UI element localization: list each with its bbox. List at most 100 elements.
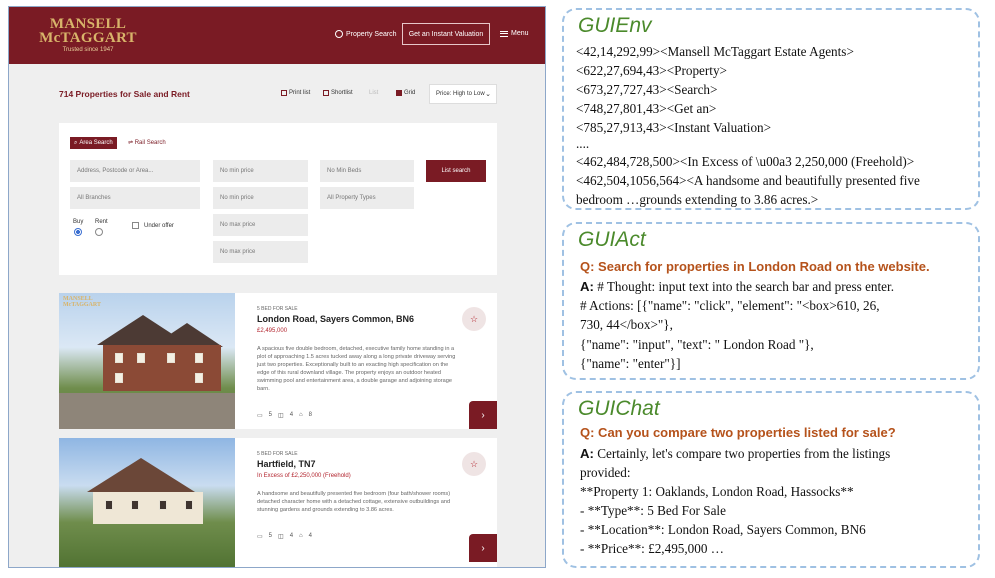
answer-label: A: — [580, 446, 594, 461]
answer-text: # Thought: input text into the search ba… — [593, 279, 894, 294]
sort-select[interactable]: Price: High to Low ⌄ — [429, 84, 497, 104]
photo-watermark: MANSELL McTAGGART — [63, 296, 102, 308]
tab-area-search[interactable]: ⌕ Area Search — [70, 137, 117, 149]
house-roof — [151, 323, 223, 347]
search-panel: ⌕ Area Search ⇌ Rail Search Address, Pos… — [59, 123, 497, 275]
print-list-button[interactable]: Print list — [281, 90, 310, 96]
property-photo[interactable] — [59, 438, 235, 567]
heart-icon — [323, 90, 329, 96]
reception-count: 8 — [308, 412, 312, 418]
min-beds-select[interactable]: No Min Beds — [320, 160, 414, 182]
property-card[interactable]: MANSELL McTAGGART 5 BED FOR SALE London R… — [59, 293, 497, 429]
house-wall — [103, 345, 221, 391]
house-window — [195, 353, 203, 363]
answer-label: A: — [580, 279, 594, 294]
under-offer-checkbox[interactable] — [132, 222, 139, 229]
guichat-line: provided: — [580, 465, 631, 480]
list-search-button[interactable]: List search — [426, 160, 486, 182]
guienv-title: GUIEnv — [578, 14, 652, 37]
bed-count: 5 — [268, 412, 273, 418]
guienv-line: <785,27,913,43><Instant Valuation> — [576, 120, 772, 135]
menu-button[interactable]: Menu — [500, 30, 529, 37]
bed-icon: ▭ — [257, 534, 263, 540]
guichat-line: - **Price**: £2,495,000 … — [580, 541, 724, 556]
answer-text: Certainly, let's compare two properties … — [593, 446, 891, 461]
guichat-line: - **Location**: London Road, Sayers Comm… — [580, 522, 866, 537]
guiact-line: {"name": "enter"}] — [580, 356, 681, 371]
guiact-line: {"name": "input", "text": " London Road … — [580, 337, 814, 352]
address-search-input[interactable]: Address, Postcode or Area... — [70, 160, 200, 182]
hamburger-icon — [500, 30, 508, 37]
grid-view-button[interactable]: Grid — [396, 90, 415, 96]
house-roof — [87, 458, 195, 492]
property-card[interactable]: 5 BED FOR SALE Hartfield, TN7 In Excess … — [59, 438, 497, 567]
property-photo[interactable]: MANSELL McTAGGART — [59, 293, 235, 429]
min-price-select-2[interactable]: No min price — [213, 187, 308, 209]
guichat-panel: GUIChat Q: Can you compare two propertie… — [562, 391, 980, 568]
sofa-icon: ⌂ — [299, 412, 303, 418]
branches-select[interactable]: All Branches — [70, 187, 200, 209]
bath-icon: ◫ — [278, 534, 284, 540]
guiact-line: # Actions: [{"name": "click", "element":… — [580, 298, 880, 313]
guienv-line: <462,484,728,500><In Excess of \u00a3 2,… — [576, 154, 915, 169]
guienv-line: <42,14,292,99><Mansell McTaggart Estate … — [576, 44, 854, 59]
instant-valuation-button[interactable]: Get an Instant Valuation — [402, 23, 490, 45]
chevron-right-icon: › — [481, 409, 485, 421]
driveway — [59, 393, 235, 429]
listing-title[interactable]: Hartfield, TN7 — [257, 459, 316, 469]
guichat-answer-first: A: Certainly, let's compare two properti… — [580, 444, 890, 463]
rent-radio[interactable] — [95, 228, 103, 236]
listing-features: ▭ 5 ◫ 4 ⌂ 4 — [257, 533, 312, 540]
house-window — [185, 500, 193, 510]
house-window — [195, 373, 203, 383]
star-icon: ☆ — [469, 458, 479, 469]
description-line: barn. — [257, 386, 270, 392]
max-price-select-2[interactable]: No max price — [213, 241, 308, 263]
shortlist-label: Shortlist — [331, 90, 353, 96]
bed-count: 5 — [268, 533, 273, 539]
bed-icon: ▭ — [257, 413, 263, 419]
tab-rail-label: Rail Search — [134, 140, 166, 146]
logo-tagline: Trusted since 1947 — [62, 47, 114, 53]
nav-property-search-link[interactable]: Property Search — [335, 30, 397, 38]
star-icon: ☆ — [469, 313, 479, 324]
nav-search-label: Property Search — [346, 30, 397, 38]
guiact-line: 730, 44</box>"}, — [580, 317, 673, 332]
guienv-panel: GUIEnv <42,14,292,99><Mansell McTaggart … — [562, 8, 980, 210]
logo-line1: MANSELL — [49, 16, 127, 32]
guiact-answer-first: A: # Thought: input text into the search… — [580, 277, 894, 296]
min-price-select[interactable]: No min price — [213, 160, 308, 182]
guichat-line: **Property 1: Oaklands, London Road, Has… — [580, 484, 854, 499]
reception-count: 4 — [308, 533, 312, 539]
guiact-title: GUIAct — [578, 228, 646, 251]
tab-rail-search[interactable]: ⇌ Rail Search — [128, 139, 166, 146]
view-listing-button[interactable]: › — [469, 534, 497, 562]
printer-icon — [281, 90, 287, 96]
tab-area-label: Area Search — [79, 140, 113, 146]
house-window — [115, 373, 123, 383]
guienv-line: <622,27,694,43><Property> — [576, 63, 727, 78]
house-window — [167, 353, 175, 363]
listing-features: ▭ 5 ◫ 4 ⌂ 8 — [257, 412, 312, 419]
listing-title[interactable]: London Road, Sayers Common, BN6 — [257, 314, 414, 324]
site-logo[interactable]: MANSELL McTAGGART Trusted since 1947 — [33, 16, 143, 54]
list-view-button[interactable]: List — [369, 90, 378, 96]
guienv-line: <748,27,801,43><Get an> — [576, 101, 717, 116]
description-line: A spacious five double bedroom, detached… — [257, 346, 455, 352]
favourite-button[interactable]: ☆ — [462, 307, 486, 331]
buy-radio[interactable] — [74, 228, 82, 236]
view-listing-button[interactable]: › — [469, 401, 497, 429]
property-types-select[interactable]: All Property Types — [320, 187, 414, 209]
buy-label: Buy — [73, 219, 84, 225]
shortlist-button[interactable]: Shortlist — [323, 90, 353, 96]
bath-count: 4 — [289, 533, 294, 539]
description-line: plot of approaching 1.5 acres tucked awa… — [257, 354, 456, 360]
results-title: 714 Properties for Sale and Rent — [59, 89, 190, 99]
favourite-button[interactable]: ☆ — [462, 452, 486, 476]
chevron-right-icon: › — [481, 542, 485, 554]
grid-label: Grid — [404, 90, 416, 96]
max-price-select[interactable]: No max price — [213, 214, 308, 236]
grid-icon — [396, 90, 402, 96]
logo-line2: McTAGGART — [39, 30, 137, 46]
guichat-question: Q: Can you compare two properties listed… — [580, 425, 896, 440]
